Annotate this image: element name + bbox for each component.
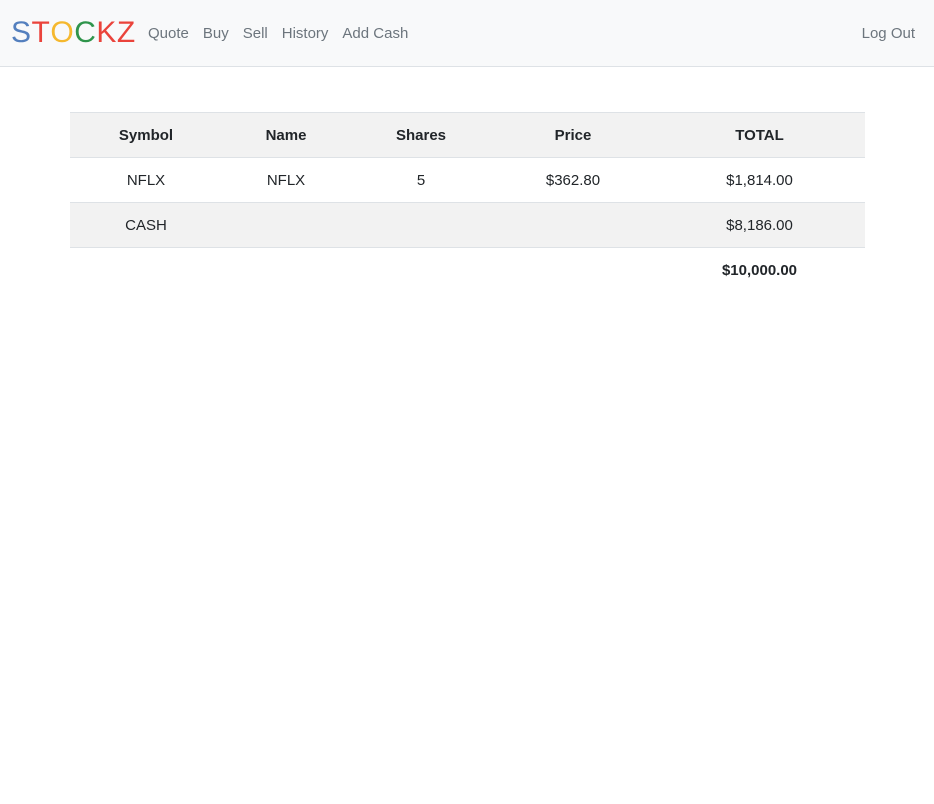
nav-quote-link[interactable]: Quote bbox=[141, 24, 196, 44]
brand-letter: Z bbox=[116, 16, 136, 49]
table-body: NFLX NFLX 5 $362.80 $1,814.00 CASH $8,18… bbox=[70, 157, 865, 248]
portfolio-table: Symbol Name Shares Price TOTAL NFLX NFLX… bbox=[70, 112, 865, 293]
header-total: TOTAL bbox=[654, 112, 865, 158]
footer-empty bbox=[222, 248, 350, 293]
cell-symbol: NFLX bbox=[70, 157, 222, 203]
brand-letter: K bbox=[96, 16, 117, 49]
brand-letter: T bbox=[31, 16, 51, 49]
cash-row: CASH $8,186.00 bbox=[70, 202, 865, 248]
brand-letter: C bbox=[74, 16, 97, 49]
grand-total: $10,000.00 bbox=[721, 261, 798, 279]
cash-shares-empty bbox=[350, 202, 492, 248]
nav-history-link[interactable]: History bbox=[275, 24, 336, 44]
header-shares: Shares bbox=[350, 112, 492, 158]
footer-empty bbox=[70, 248, 222, 293]
logout-link[interactable]: Log Out bbox=[862, 24, 922, 44]
brand-logo-link[interactable]: STOCKZ bbox=[11, 14, 136, 52]
header-price: Price bbox=[492, 112, 654, 158]
table-header: Symbol Name Shares Price TOTAL bbox=[70, 112, 865, 158]
cell-total: $1,814.00 bbox=[654, 157, 865, 203]
cash-name-empty bbox=[222, 202, 350, 248]
grand-total-row: $10,000.00 bbox=[70, 248, 865, 293]
brand-letter: O bbox=[50, 16, 75, 49]
brand-letter: S bbox=[11, 16, 32, 49]
table-row: NFLX NFLX 5 $362.80 $1,814.00 bbox=[70, 157, 865, 203]
footer-empty bbox=[492, 248, 654, 293]
cell-price: $362.80 bbox=[492, 157, 654, 203]
nav-sell-link[interactable]: Sell bbox=[236, 24, 275, 44]
nav-links: Quote Buy Sell History Add Cash bbox=[141, 0, 415, 67]
header-symbol: Symbol bbox=[70, 112, 222, 158]
cell-name: NFLX bbox=[222, 157, 350, 203]
footer-empty bbox=[350, 248, 492, 293]
cash-total: $8,186.00 bbox=[654, 202, 865, 248]
cash-price-empty bbox=[492, 202, 654, 248]
navbar: STOCKZ Quote Buy Sell History Add Cash L… bbox=[0, 0, 934, 67]
cell-shares: 5 bbox=[350, 157, 492, 203]
nav-add-cash-link[interactable]: Add Cash bbox=[335, 24, 415, 44]
table-footer: $10,000.00 bbox=[70, 248, 865, 293]
nav-right: Log Out bbox=[862, 0, 922, 67]
header-name: Name bbox=[222, 112, 350, 158]
cash-label: CASH bbox=[70, 202, 222, 248]
nav-buy-link[interactable]: Buy bbox=[196, 24, 236, 44]
header-row: Symbol Name Shares Price TOTAL bbox=[70, 112, 865, 158]
